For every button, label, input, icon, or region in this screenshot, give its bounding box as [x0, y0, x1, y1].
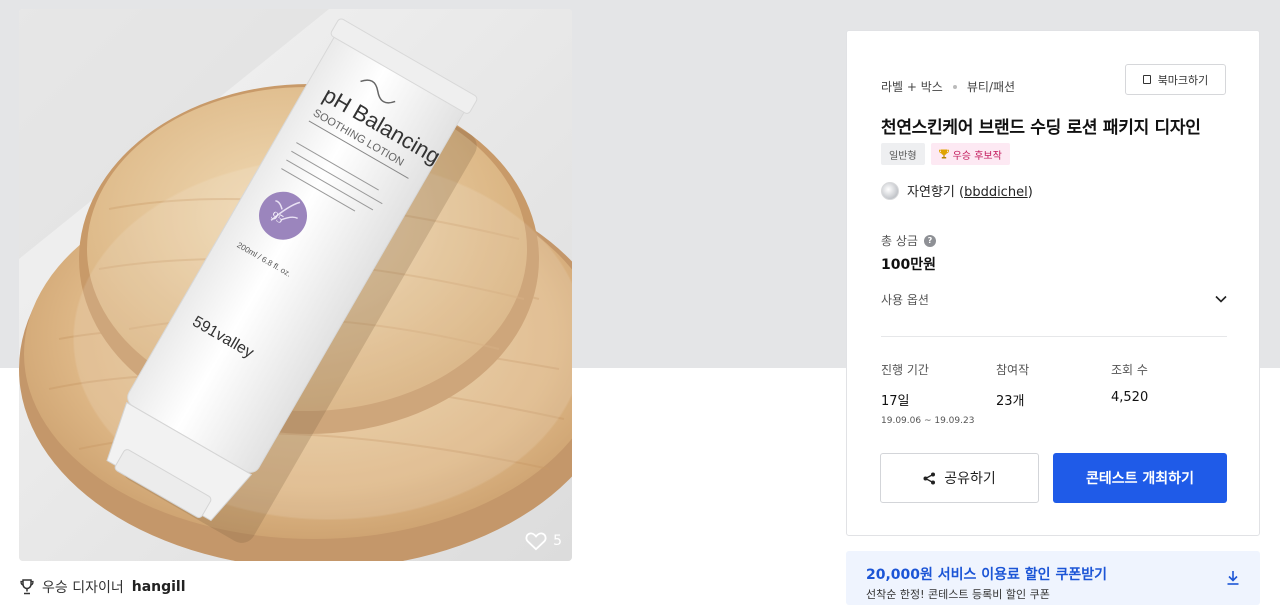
- share-label: 공유하기: [944, 471, 996, 487]
- chevron-down-icon: [1215, 295, 1227, 303]
- stat-entries: 참여작 23개: [996, 361, 1111, 426]
- winner-name[interactable]: hangill: [132, 579, 186, 595]
- avatar: [881, 181, 899, 200]
- contest-title: 천연스킨케어 브랜드 수딩 로션 패키지 디자인: [881, 118, 1201, 138]
- type-badge-label: 일반형: [889, 150, 917, 162]
- status-badge: 우승 후보작: [930, 143, 1010, 165]
- category-sub[interactable]: 뷰티/패션: [967, 78, 1015, 95]
- stat-duration: 진행 기간 17일 19.09.06 ~ 19.09.23: [881, 361, 996, 426]
- coupon-title: 20,000원 서비스 이용료 할인 쿠폰받기: [866, 567, 1107, 583]
- status-badge-label: 우승 후보작: [952, 150, 1002, 162]
- contest-info-card: 라벨 + 박스 뷰티/패션 북마크하기 천연스킨케어 브랜드 수딩 로션 패키지…: [846, 30, 1260, 536]
- category-main[interactable]: 라벨 + 박스: [881, 78, 943, 95]
- share-icon: [923, 472, 936, 484]
- prize-value: 100만원: [881, 257, 936, 273]
- help-icon[interactable]: ?: [923, 234, 936, 247]
- stat-date-range: 19.09.06 ~ 19.09.23: [881, 416, 975, 426]
- bookmark-icon: [1142, 75, 1151, 84]
- heart-icon: [525, 532, 547, 551]
- download-icon[interactable]: [1226, 570, 1240, 586]
- coupon-banner[interactable]: 20,000원 서비스 이용료 할인 쿠폰받기 선착순 한정! 콘테스트 등록비…: [846, 551, 1260, 605]
- bookmark-label: 북마크하기: [1157, 73, 1209, 87]
- options-label: 사용 옵션: [881, 292, 929, 307]
- stat-views: 조회 수 4,520: [1111, 361, 1226, 426]
- bookmark-button[interactable]: 북마크하기: [1125, 64, 1226, 95]
- breadcrumb-separator: [952, 84, 957, 89]
- coupon-subtitle: 선착순 한정! 콘테스트 등록비 할인 쿠폰: [866, 588, 1050, 601]
- trophy-icon: [20, 579, 34, 595]
- stat-label: 조회 수: [1111, 363, 1148, 377]
- winner-prefix: 우승 디자이너: [42, 580, 124, 596]
- host-contest-button[interactable]: 콘테스트 개최하기: [1053, 453, 1227, 503]
- stat-value: 23개: [996, 394, 1025, 409]
- stat-label: 진행 기간: [881, 363, 929, 377]
- like-counter[interactable]: 5: [525, 531, 562, 551]
- owner-id[interactable]: bbddichel: [964, 185, 1028, 200]
- prize-label: 총 상금 ?: [881, 232, 936, 249]
- contest-stats: 진행 기간 17일 19.09.06 ~ 19.09.23 참여작 23개 조회…: [881, 361, 1227, 426]
- host-contest-label: 콘테스트 개최하기: [1086, 471, 1194, 487]
- type-badge: 일반형: [881, 143, 925, 165]
- contest-owner[interactable]: 자연향기 (bbddichel): [881, 181, 1033, 200]
- product-image[interactable]: pH Balancing SOOTHING LOTION 95 200ml / …: [19, 9, 572, 561]
- owner-name: 자연향기: [907, 185, 955, 200]
- stat-value: 17일: [881, 394, 910, 409]
- product-photo: pH Balancing SOOTHING LOTION 95 200ml / …: [19, 9, 572, 561]
- breadcrumb: 라벨 + 박스 뷰티/패션: [881, 78, 1015, 95]
- options-dropdown[interactable]: 사용 옵션: [881, 289, 1227, 309]
- winner-designer: 우승 디자이너 hangill: [20, 577, 186, 597]
- trophy-icon: [938, 149, 949, 159]
- stat-label: 참여작: [996, 363, 1030, 377]
- stat-value: 4,520: [1111, 390, 1149, 405]
- tag-list: 일반형 우승 후보작: [881, 143, 1010, 165]
- prize-label-text: 총 상금: [881, 234, 918, 248]
- like-count: 5: [553, 533, 562, 549]
- divider: [881, 336, 1227, 337]
- share-button[interactable]: 공유하기: [880, 453, 1039, 503]
